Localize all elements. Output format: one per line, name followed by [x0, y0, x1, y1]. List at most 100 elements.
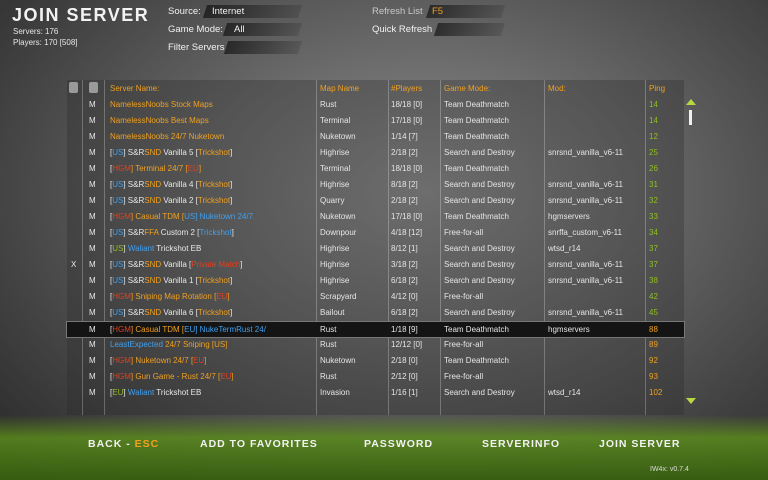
server-name-segment: FFA: [144, 228, 159, 237]
server-name-segment: ]: [230, 196, 233, 205]
player-count: 4/12 [0]: [391, 292, 418, 301]
mod-flag: M: [89, 244, 96, 253]
server-name-segment: ] NukeTermRust 24/: [195, 325, 266, 334]
table-row[interactable]: M [US] Waliant Trickshot EB Highrise 8/12 […: [67, 241, 684, 256]
table-row[interactable]: M NamelessNoobs Stock Maps Rust 18/18 [0] Te…: [67, 97, 684, 112]
table-row[interactable]: M LeastExpected 24/7 Sniping [US] Rust 12/1…: [67, 337, 684, 352]
column-header-map-name[interactable]: Map Name: [320, 84, 359, 93]
favorite-filter-icon[interactable]: [69, 82, 78, 93]
filter-servers-bar[interactable]: [223, 41, 303, 54]
server-name-segment: NamelessNoobs Best Maps: [110, 116, 209, 125]
map-name: Highrise: [320, 276, 350, 285]
table-row[interactable]: M [US] S&RSND Vanilla 6 [Trickshot] Bailou…: [67, 305, 684, 320]
table-row[interactable]: M NamelessNoobs Best Maps Terminal 17/18 [0…: [67, 113, 684, 128]
game-mode-label: Game Mode:: [168, 24, 223, 35]
join-server-button[interactable]: JOIN SERVER: [599, 438, 680, 450]
table-row[interactable]: M [EU] Waliant Trickshot EB Invasion 1/16 […: [67, 385, 684, 400]
mod-flag: M: [89, 116, 96, 125]
table-row[interactable]: M [HGM] Gun Game - Rust 24/7 [EU] Rust 2/12…: [67, 369, 684, 384]
server-name-segment: Trickshot: [197, 196, 231, 205]
column-header-mod[interactable]: Mod:: [548, 84, 566, 93]
game-mode: Team Deathmatch: [444, 132, 509, 141]
server-name-segment: US: [112, 148, 124, 157]
table-row[interactable]: M [HGM] Terminal 24/7 [EU] Terminal 18/18 […: [67, 161, 684, 176]
column-header-ping[interactable]: Ping: [649, 84, 665, 93]
table-row[interactable]: M [US] S&RSND Vanilla 1 [Trickshot] Highri…: [67, 273, 684, 288]
table-row-selected[interactable]: M [HGM] Casual TDM [EU] NukeTermRust 24/R…: [66, 321, 685, 338]
quick-refresh-button[interactable]: Quick Refresh: [372, 24, 432, 35]
ping-value: 26: [649, 164, 658, 173]
server-name-segment: ] S&R: [123, 148, 145, 157]
server-name-segment: SND: [144, 148, 162, 157]
server-name-segment: Vanilla 4 [: [161, 180, 198, 189]
filter-servers-button[interactable]: Filter Servers: [168, 42, 224, 53]
add-to-favorites-button[interactable]: ADD TO FAVORITES: [200, 438, 318, 450]
ping-value: 33: [649, 212, 658, 221]
server-name-segment: HGM: [112, 212, 131, 221]
server-name: NamelessNoobs Best Maps: [110, 116, 209, 125]
game-mode: Free-for-all: [444, 292, 484, 301]
table-row[interactable]: M NamelessNoobs 24/7 Nuketown Nuketown 1/14…: [67, 129, 684, 144]
server-name-segment: ]: [230, 180, 233, 189]
server-name: LeastExpected 24/7 Sniping [US]: [110, 340, 227, 349]
map-name: Terminal: [320, 116, 351, 125]
map-name: Bailout: [320, 308, 345, 317]
table-row[interactable]: M [HGM] Casual TDM [US] Nuketown 24/7 Nuke…: [67, 209, 684, 224]
page-title: JOIN SERVER: [12, 5, 150, 25]
server-name-segment: ] Terminal 24/7 [: [130, 164, 188, 173]
scroll-up-arrow-icon[interactable]: [686, 99, 696, 105]
quick-refresh-bar[interactable]: [433, 23, 506, 36]
player-count: 6/18 [2]: [391, 276, 418, 285]
mod-filter-icon[interactable]: [89, 82, 98, 93]
scrollbar-thumb[interactable]: [689, 110, 692, 125]
server-name-segment: Vanilla 5 [: [161, 148, 198, 157]
server-name-segment: ] Casual TDM [: [130, 212, 185, 221]
mod-flag: M: [89, 148, 96, 157]
mod-name: snrsnd_vanilla_v6-11: [548, 180, 624, 189]
game-mode: Team Deathmatch: [444, 212, 509, 221]
server-name-segment: LeastExpected: [110, 340, 163, 349]
server-name-segment: Trickshot: [197, 308, 231, 317]
column-header-game-mode[interactable]: Game Mode:: [444, 84, 490, 93]
server-name-segment: Trickshot EB: [154, 244, 202, 253]
table-row[interactable]: X M [US] S&RSND Vanilla [Private Match] Hig…: [67, 257, 684, 272]
game-mode: Search and Destroy: [444, 388, 515, 397]
server-name-segment: ] Sniping Map Rotation [: [130, 292, 217, 301]
table-row[interactable]: M [US] S&RSND Vanilla 2 [Trickshot] Quarry…: [67, 193, 684, 208]
server-name-segment: Custom 2 [: [158, 228, 200, 237]
column-header-server-name[interactable]: Server Name:: [110, 84, 159, 93]
mod-flag: M: [89, 228, 96, 237]
column-header-players[interactable]: #Players: [391, 84, 422, 93]
server-name: [US] S&RSND Vanilla 5 [Trickshot]: [110, 148, 232, 157]
mod-name: wtsd_r14: [548, 244, 581, 253]
player-count: 2/18 [2]: [391, 148, 418, 157]
source-value[interactable]: Internet: [212, 6, 244, 17]
server-name-segment: US: [112, 276, 124, 285]
server-name-segment: ] S&R: [123, 276, 145, 285]
table-row[interactable]: M [HGM] Sniping Map Rotation [EU] Scrapyar…: [67, 289, 684, 304]
scroll-down-arrow-icon[interactable]: [686, 398, 696, 404]
server-name-segment: US: [214, 340, 226, 349]
server-name-segment: SND: [144, 260, 162, 269]
ping-value: 102: [649, 388, 663, 397]
table-row[interactable]: M [HGM] Nuketown 24/7 [EU] Nuketown 2/18 [0…: [67, 353, 684, 368]
table-row[interactable]: M [US] S&RFFA Custom 2 [Trickshot] Downpou…: [67, 225, 684, 240]
server-name-segment: ]: [227, 292, 230, 301]
server-name: [US] S&RSND Vanilla 6 [Trickshot]: [110, 308, 232, 317]
game-mode-value[interactable]: All: [234, 24, 245, 35]
player-count: 12/12 [0]: [391, 340, 423, 349]
server-name: [HGM] Nuketown 24/7 [EU]: [110, 356, 207, 365]
ping-value: 89: [649, 340, 658, 349]
serverinfo-button[interactable]: SERVERINFO: [482, 438, 560, 450]
server-name-segment: Trickshot EB: [154, 388, 202, 397]
server-name-segment: HGM: [112, 164, 131, 173]
refresh-list-button[interactable]: Refresh List: [372, 6, 423, 17]
password-button[interactable]: PASSWORD: [364, 438, 433, 450]
server-name-segment: ]: [204, 356, 207, 365]
ping-value: 92: [649, 356, 658, 365]
back-button[interactable]: BACK - ESC: [88, 438, 159, 450]
table-row[interactable]: M [US] S&RSND Vanilla 4 [Trickshot] Highri…: [67, 177, 684, 192]
refresh-key-hint: F5: [432, 6, 444, 17]
table-row[interactable]: M [US] S&RSND Vanilla 5 [Trickshot] Highri…: [67, 145, 684, 160]
game-mode: Search and Destroy: [444, 260, 515, 269]
